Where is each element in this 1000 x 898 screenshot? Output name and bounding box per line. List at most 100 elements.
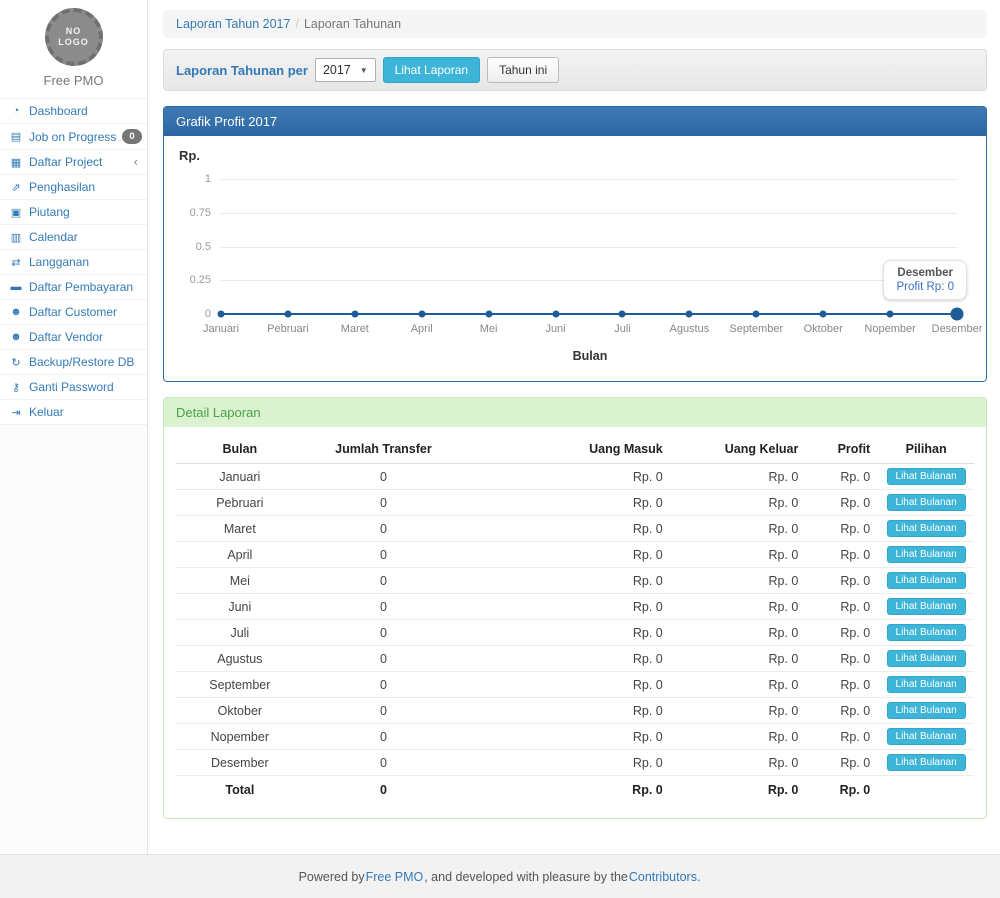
chart-gridline: 0.25 — [221, 280, 957, 281]
view-monthly-button[interactable]: Lihat Bulanan — [887, 754, 966, 771]
sign-out-icon: ⇥ — [9, 406, 23, 419]
footer-text-prefix: Powered by — [299, 870, 365, 884]
table-row: Desember0Rp. 0Rp. 0Rp. 0Lihat Bulanan — [176, 750, 974, 776]
cell: Rp. 0 — [463, 620, 670, 646]
cell: Juni — [176, 594, 304, 620]
sidebar-item-daftar-vendor[interactable]: ☻Daftar Vendor — [0, 325, 147, 350]
x-tick-label: Oktober — [804, 323, 843, 335]
table-header-row: BulanJumlah TransferUang MasukUang Kelua… — [176, 435, 974, 464]
footer-text-middle: , and developed with pleasure by the — [424, 870, 628, 884]
cell: Januari — [176, 464, 304, 490]
cell: Rp. 0 — [463, 490, 670, 516]
cell: Rp. 0 — [671, 490, 807, 516]
total-row: Total0Rp. 0Rp. 0Rp. 0 — [176, 776, 974, 805]
chart-panel-body: Rp. Desember Profit Rp: 0 00.250.50.751 … — [164, 136, 986, 381]
sidebar-item-label: Keluar — [29, 405, 64, 419]
view-monthly-button[interactable]: Lihat Bulanan — [887, 728, 966, 745]
sidebar-item-label: Calendar — [29, 230, 78, 244]
sidebar-item-penghasilan[interactable]: ⇗Penghasilan — [0, 175, 147, 200]
cell: Rp. 0 — [671, 464, 807, 490]
action-cell: Lihat Bulanan — [878, 542, 974, 568]
table-row: Mei0Rp. 0Rp. 0Rp. 0Lihat Bulanan — [176, 568, 974, 594]
footer-link-free-pmo[interactable]: Free PMO — [366, 870, 424, 884]
cell: Rp. 0 — [806, 750, 878, 776]
sidebar-item-dashboard[interactable]: ◔Dashboard — [0, 99, 147, 124]
table-row: September0Rp. 0Rp. 0Rp. 0Lihat Bulanan — [176, 672, 974, 698]
sidebar-item-keluar[interactable]: ⇥ Keluar — [0, 400, 147, 425]
chart-x-tick-labels: JanuariPebruariMaretAprilMeiJuniJuliAgus… — [221, 323, 957, 337]
brand-name: Free PMO — [0, 73, 147, 88]
view-monthly-button[interactable]: Lihat Bulanan — [887, 546, 966, 563]
users-icon: ☻ — [9, 331, 23, 343]
x-tick-label: Desember — [932, 323, 983, 335]
cell: Rp. 0 — [463, 724, 670, 750]
chart-gridline: 0.75 — [221, 213, 957, 214]
sidebar-item-daftar-pembayaran[interactable]: ▬Daftar Pembayaran — [0, 275, 147, 300]
x-tick-label: Mei — [480, 323, 498, 335]
sidebar-item-daftar-customer[interactable]: ☻Daftar Customer — [0, 300, 147, 325]
year-select[interactable]: 2017 ▼ — [315, 58, 376, 82]
sidebar-item-piutang[interactable]: ▣Piutang — [0, 200, 147, 225]
breadcrumb-current: Laporan Tahunan — [304, 17, 401, 31]
cell: Rp. 0 — [806, 620, 878, 646]
table-body: Januari0Rp. 0Rp. 0Rp. 0Lihat BulananPebr… — [176, 464, 974, 805]
view-monthly-button[interactable]: Lihat Bulanan — [887, 494, 966, 511]
action-cell: Lihat Bulanan — [878, 490, 974, 516]
cell: Rp. 0 — [463, 516, 670, 542]
cell: 0 — [304, 776, 464, 805]
sidebar-item-daftar-project[interactable]: ▦Daftar Project‹ — [0, 150, 147, 175]
view-report-button[interactable]: Lihat Laporan — [383, 57, 480, 83]
money-icon: ▣ — [9, 206, 23, 219]
sidebar-item-backup-restore-db[interactable]: ↻Backup/Restore DB — [0, 350, 147, 375]
detail-panel-body: BulanJumlah TransferUang MasukUang Kelua… — [164, 427, 986, 818]
year-select-value: 2017 — [323, 63, 351, 77]
view-monthly-button[interactable]: Lihat Bulanan — [887, 468, 966, 485]
x-tick-label: Januari — [203, 323, 239, 335]
cell: Rp. 0 — [671, 776, 807, 805]
cell: Rp. 0 — [463, 672, 670, 698]
table-row: Nopember0Rp. 0Rp. 0Rp. 0Lihat Bulanan — [176, 724, 974, 750]
action-cell: Lihat Bulanan — [878, 594, 974, 620]
report-filter-bar: Laporan Tahunan per 2017 ▼ Lihat Laporan… — [163, 49, 987, 91]
cell: Rp. 0 — [806, 724, 878, 750]
cell: Rp. 0 — [671, 620, 807, 646]
y-tick-label: 0 — [205, 308, 211, 320]
data-point-maret — [351, 311, 358, 318]
view-monthly-button[interactable]: Lihat Bulanan — [887, 520, 966, 537]
refresh-icon: ↻ — [9, 356, 23, 369]
cell: 0 — [304, 464, 464, 490]
cell: 0 — [304, 542, 464, 568]
cell: Rp. 0 — [463, 464, 670, 490]
data-point-juli — [619, 311, 626, 318]
sidebar-item-job-on-progress[interactable]: ▤Job on Progress0 — [0, 124, 147, 150]
view-monthly-button[interactable]: Lihat Bulanan — [887, 624, 966, 641]
view-monthly-button[interactable]: Lihat Bulanan — [887, 598, 966, 615]
x-tick-label: April — [411, 323, 433, 335]
chart-panel-title: Grafik Profit 2017 — [164, 107, 986, 136]
table-row: Juli0Rp. 0Rp. 0Rp. 0Lihat Bulanan — [176, 620, 974, 646]
cell: 0 — [304, 594, 464, 620]
sidebar-item-ganti-password[interactable]: ⚷Ganti Password — [0, 375, 147, 400]
this-year-button[interactable]: Tahun ini — [487, 57, 559, 83]
cell: Rp. 0 — [671, 542, 807, 568]
view-monthly-button[interactable]: Lihat Bulanan — [887, 650, 966, 667]
cell: Nopember — [176, 724, 304, 750]
sidebar-item-langganan[interactable]: ⇄Langganan — [0, 250, 147, 275]
cell: Agustus — [176, 646, 304, 672]
report-table: BulanJumlah TransferUang MasukUang Kelua… — [176, 435, 974, 804]
chart-tooltip: Desember Profit Rp: 0 — [883, 260, 967, 300]
action-cell: Lihat Bulanan — [878, 464, 974, 490]
cell: 0 — [304, 698, 464, 724]
cell: Juli — [176, 620, 304, 646]
footer-link-contributors[interactable]: Contributors. — [629, 870, 701, 884]
data-point-agustus — [686, 311, 693, 318]
cell: Rp. 0 — [463, 568, 670, 594]
breadcrumb-link-laporan-tahun[interactable]: Laporan Tahun 2017 — [176, 17, 290, 31]
view-monthly-button[interactable]: Lihat Bulanan — [887, 702, 966, 719]
detail-report-panel: Detail Laporan BulanJumlah TransferUang … — [163, 397, 987, 819]
tooltip-value: Profit Rp: 0 — [896, 281, 954, 293]
sidebar-item-calendar[interactable]: ▥Calendar — [0, 225, 147, 250]
cell: 0 — [304, 750, 464, 776]
view-monthly-button[interactable]: Lihat Bulanan — [887, 572, 966, 589]
view-monthly-button[interactable]: Lihat Bulanan — [887, 676, 966, 693]
